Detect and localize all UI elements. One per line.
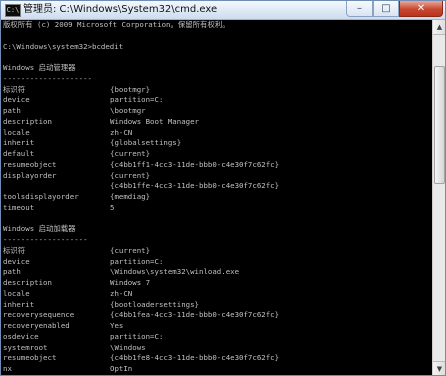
entry-value: partition=C: xyxy=(110,95,164,105)
boot-loader-entry-row: path \Windows\system32\winload.exe xyxy=(3,267,428,278)
boot-loader-entry-row: recoveryenabled Yes xyxy=(3,321,428,332)
entry-value: \Windows\system32\winload.exe xyxy=(110,267,240,277)
boot-manager-entry-row: device partition=C: xyxy=(3,95,428,106)
cmd-app-icon[interactable]: C:\ xyxy=(5,4,21,17)
boot-loader-entry-row: recoverysequence {c4bb1fea-4cc3-11de-bbb0… xyxy=(3,310,428,321)
entry-key: default xyxy=(3,149,35,158)
window-title: 管理员: C:\Windows\System32\cmd.exe xyxy=(23,4,218,15)
entry-value: OptIn xyxy=(110,364,133,373)
boot-manager-identifier-row: 标识符 {bootmgr} xyxy=(3,85,428,96)
entry-value: 5 xyxy=(110,202,115,212)
boot-manager-entry-row: displayorder {current} xyxy=(3,171,428,182)
scrollbar-thumb[interactable] xyxy=(434,66,445,184)
boot-loader-entry-row: resumeobject {c4bb1fe8-4cc3-11de-bbb0-c4e… xyxy=(3,353,428,364)
boot-loader-entry-row: locale zh-CN xyxy=(3,289,428,300)
entry-value: \bootmgr xyxy=(110,106,146,115)
boot-manager-entry-row: inherit {globalsettings} xyxy=(3,138,428,149)
maximize-button[interactable]: □ xyxy=(373,1,399,17)
entry-key: description xyxy=(3,278,52,287)
entry-value: {current} xyxy=(110,149,151,158)
entry-key: locale xyxy=(3,288,30,298)
boot-loader-rule: ------------------- xyxy=(3,235,88,244)
entry-value: {c4bb1ff1-4cc3-11de-bbb0-c4e30f7c62fc} xyxy=(110,159,280,169)
console-output[interactable]: 版权所有 (c) 2009 Microsoft Corporation。保留所有… xyxy=(3,20,428,375)
entry-key: toolsdisplayorder xyxy=(3,192,79,201)
close-button[interactable]: ✕ xyxy=(399,1,443,17)
entry-value: {c4bb1ffe-4cc3-11de-bbb0-c4e30f7c62fc} xyxy=(110,181,280,191)
boot-manager-entry-row: timeout 5 xyxy=(3,203,428,214)
entry-value: zh-CN xyxy=(110,127,133,137)
identifier-value: {current} xyxy=(110,245,151,255)
cmd-window: C:\ 管理员: C:\Windows\System32\cmd.exe – □… xyxy=(0,0,446,376)
entry-key: device xyxy=(3,95,30,105)
entry-value: zh-CN xyxy=(110,288,133,298)
entry-value: Windows 7 xyxy=(110,278,151,287)
entry-key: path xyxy=(3,267,21,277)
entry-key: recoverysequence xyxy=(3,310,75,320)
identifier-key: 标识符 xyxy=(3,245,26,255)
boot-loader-identifier-row: 标识符 {current} xyxy=(3,246,428,257)
entry-key: inherit xyxy=(3,299,35,309)
scroll-up-arrow-icon[interactable]: ▲ xyxy=(433,20,445,35)
boot-manager-entry-row: path \bootmgr xyxy=(3,106,428,117)
entry-value: {c4bb1fea-4cc3-11de-bbb0-c4e30f7c62fc} xyxy=(110,310,280,320)
entry-key: device xyxy=(3,256,30,266)
entry-key: path xyxy=(3,106,21,115)
entry-value: {memdiag} xyxy=(110,192,151,201)
boot-manager-entry-row: resumeobject {c4bb1ff1-4cc3-11de-bbb0-c4e… xyxy=(3,160,428,171)
entry-value: partition=C: xyxy=(110,256,164,266)
entry-value: {current} xyxy=(110,170,151,180)
entry-key: nx xyxy=(3,364,12,373)
identifier-key: 标识符 xyxy=(3,84,26,94)
entry-key: description xyxy=(3,116,52,126)
boot-loader-entry-row: osdevice partition=C: xyxy=(3,332,428,343)
boot-manager-entry-row: toolsdisplayorder {memdiag} xyxy=(3,192,428,203)
entry-key: displayorder xyxy=(3,170,57,180)
boot-loader-entry-row: device partition=C: xyxy=(3,257,428,268)
entry-key: resumeobject xyxy=(3,353,57,363)
minimize-button[interactable]: – xyxy=(346,1,373,17)
entry-key: osdevice xyxy=(3,331,39,341)
copyright-line: 版权所有 (c) 2009 Microsoft Corporation。保留所有… xyxy=(3,20,230,29)
boot-manager-entry-row: {c4bb1ffe-4cc3-11de-bbb0-c4e30f7c62fc} xyxy=(3,181,428,192)
entry-value: {c4bb1fe8-4cc3-11de-bbb0-c4e30f7c62fc} xyxy=(110,353,280,363)
scroll-down-arrow-icon[interactable]: ▼ xyxy=(433,361,445,375)
boot-loader-heading: Windows 启动加载器 xyxy=(3,224,76,234)
entry-value: Windows Boot Manager xyxy=(110,116,199,126)
boot-loader-entry-row: inherit {bootloadersettings} xyxy=(3,300,428,311)
boot-manager-entry-row: default {current} xyxy=(3,149,428,160)
boot-manager-entry-row: description Windows Boot Manager xyxy=(3,117,428,128)
entry-key: systemroot xyxy=(3,342,48,352)
entry-value: partition=C: xyxy=(110,331,164,341)
entry-key: locale xyxy=(3,127,30,137)
entry-key: timeout xyxy=(3,202,35,212)
boot-manager-heading: Windows 启动管理器 xyxy=(3,63,76,72)
boot-loader-entry-row: description Windows 7 xyxy=(3,278,428,289)
vertical-scrollbar[interactable]: ▲ ▼ xyxy=(432,20,445,375)
entry-value: \Windows xyxy=(110,342,146,352)
identifier-value: {bootmgr} xyxy=(110,84,151,94)
entry-value: {bootloadersettings} xyxy=(110,299,199,309)
boot-loader-entry-row: systemroot \Windows xyxy=(3,343,428,354)
entry-value: Yes xyxy=(110,321,124,330)
boot-manager-rule: -------------------- xyxy=(3,73,92,83)
boot-manager-entry-row: locale zh-CN xyxy=(3,128,428,139)
entry-key: inherit xyxy=(3,138,35,148)
title-bar[interactable]: C:\ 管理员: C:\Windows\System32\cmd.exe – □… xyxy=(1,1,445,20)
command-prompt-line: C:\Windows\system32>bcdedit xyxy=(3,41,124,51)
entry-key: resumeobject xyxy=(3,159,57,169)
boot-loader-entry-row: nx OptIn xyxy=(3,364,428,375)
entry-key: recoveryenabled xyxy=(3,321,70,330)
entry-value: {globalsettings} xyxy=(110,138,182,148)
